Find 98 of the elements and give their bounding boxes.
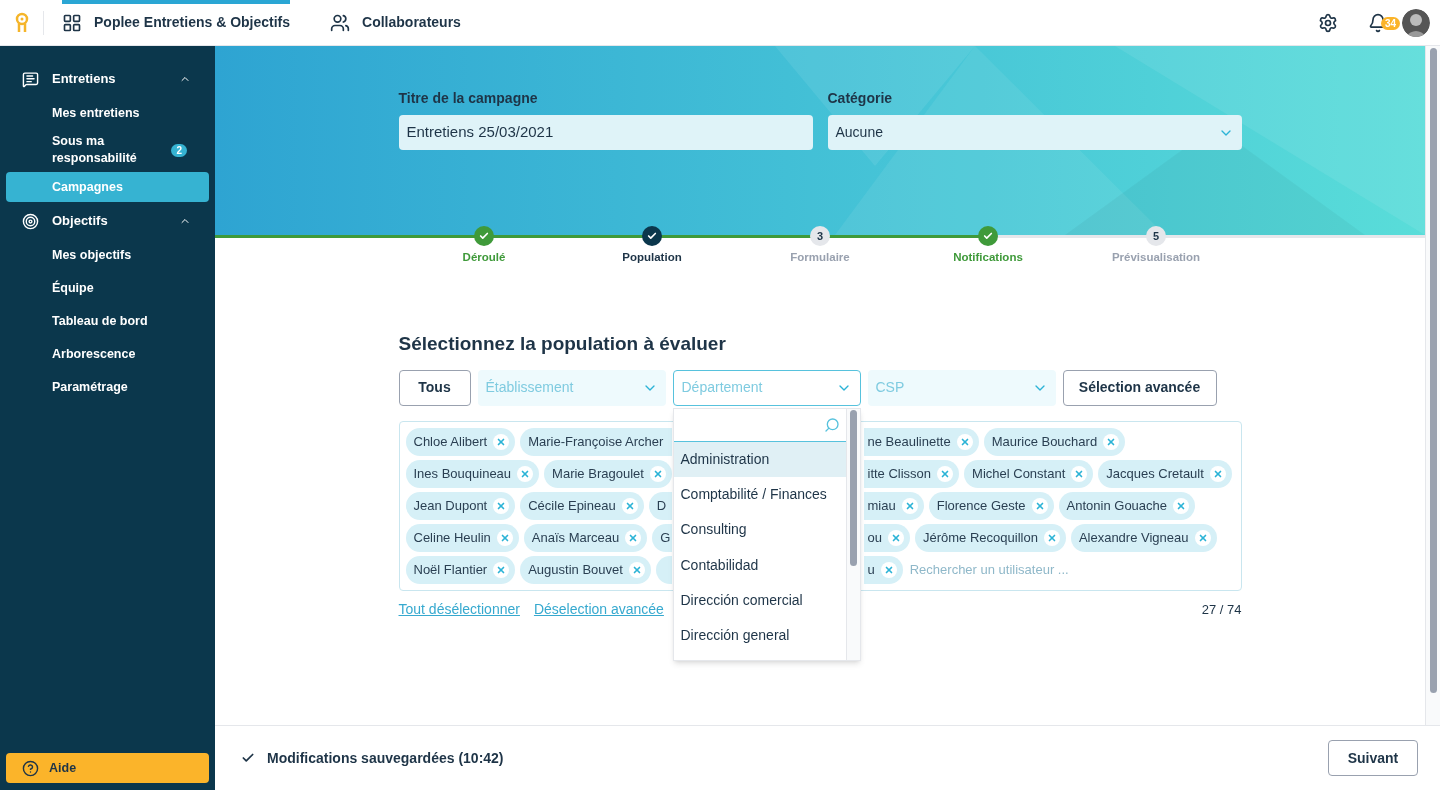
remove-icon[interactable] [937,465,954,482]
sidebar-section[interactable]: Entretiens [6,64,209,94]
grid-icon [62,12,82,33]
tags-field[interactable] [398,420,1242,591]
remove-icon[interactable] [1209,465,1226,482]
help-button[interactable]: Aide [6,753,209,783]
user-tag: Augustin Bouvet [520,555,651,584]
sidebar-section[interactable]: Objectifs [6,206,209,236]
user-tag: miau [863,491,924,520]
remove-icon[interactable] [625,529,642,546]
notification-badge: 34 [1380,16,1400,30]
remove-icon[interactable] [1071,465,1088,482]
remove-icon[interactable] [493,433,510,450]
user-tag: G [652,523,672,552]
remove-icon[interactable] [1031,497,1048,514]
title-input[interactable]: Entretiens 25/03/2021 [398,115,813,150]
filter-button[interactable]: Tous [398,369,471,406]
user-tag: u [863,555,903,584]
sidebar-item[interactable]: Sous ma responsabilité 2 [6,131,209,169]
users-icon [330,12,351,33]
remove-icon[interactable] [1043,529,1060,546]
user-tag: Antonin Gouache [1058,491,1196,520]
user-tag: Ines Bouquineau [405,459,540,488]
user-tag: ne Beaulinette [863,427,979,456]
remove-icon[interactable] [493,497,510,514]
remove-icon[interactable] [649,465,666,482]
field-label: Catégorie [827,89,894,108]
sidebar-item[interactable]: Mes objectifs [6,240,209,270]
dropdown-option[interactable]: Dirección comercial [673,582,846,619]
chat-icon [22,70,39,88]
dropdown-option[interactable]: Dirección general [673,618,846,654]
user-tag [655,555,672,584]
check-icon [241,751,255,765]
field-label: Titre de la campagne [398,89,539,108]
user-tag: Chloe Alibert [405,427,516,456]
check-icon [647,231,657,241]
save-status: Modifications sauvegardées (10:42) [267,748,504,768]
user-tag: Marie Bragoulet [544,459,672,488]
count-badge: 2 [171,143,187,157]
sidebar-item[interactable]: Mes entretiens [6,98,209,128]
step-label[interactable]: Population [622,249,682,267]
user-tag: D [648,491,672,520]
sidebar-item[interactable]: Arborescence [6,339,209,369]
remove-icon[interactable] [1194,529,1211,546]
check-icon [479,231,489,241]
user-tag: Maurice Bouchard [983,427,1126,456]
search-icon [823,416,840,433]
target-icon [22,212,39,230]
section-heading: Sélectionnez la population à évaluer [398,332,727,357]
remove-icon[interactable] [880,561,897,578]
user-tag: Jacques Cretault [1098,459,1232,488]
logo-icon[interactable] [15,11,29,34]
remove-icon[interactable] [956,433,973,450]
settings-icon[interactable] [1318,12,1338,33]
remove-icon[interactable] [901,497,918,514]
step-label[interactable]: Notifications [953,249,1023,267]
sidebar-item[interactable]: Tableau de bord [6,306,209,336]
user-tag: Jérôme Recoquillon [914,523,1066,552]
filter-button[interactable]: Sélection avancée [1062,369,1217,406]
section-title: Objectifs [52,212,108,231]
section-title: Entretiens [52,70,116,89]
help-icon [22,759,39,777]
user-tag: Florence Geste [928,491,1054,520]
remove-icon[interactable] [1103,433,1120,450]
step-marker: 3 [810,226,830,246]
nav-tab[interactable]: Collaborateurs [330,0,461,46]
category-select[interactable]: Aucune [827,115,1242,150]
dropdown-option[interactable]: Administration [673,441,846,478]
user-tag: Noël Flantier [405,555,516,584]
user-tag: ou [863,523,910,552]
remove-icon[interactable] [621,497,638,514]
user-tag: Marie-Françoise Archer [520,427,672,456]
user-tag: Celine Heulin [405,523,519,552]
remove-icon[interactable] [493,561,510,578]
user-tag: Anaïs Marceau [523,523,648,552]
user-tag: itte Clisson [863,459,960,488]
remove-icon[interactable] [887,529,904,546]
remove-icon[interactable] [517,465,534,482]
sidebar-item[interactable]: Équipe [6,273,209,303]
remove-icon[interactable] [628,561,645,578]
step-marker: 5 [1146,226,1166,246]
next-button[interactable]: Suivant [1328,740,1418,776]
sidebar-item[interactable]: Paramétrage [6,372,209,402]
dropdown-option[interactable]: Comptabilité / Finances [673,477,846,513]
dropdown-option[interactable]: Contabilidad [673,547,846,583]
check-icon [983,231,993,241]
selection-count: 27 / 74 [1201,600,1242,619]
dropdown-option[interactable]: Consulting [673,512,846,548]
remove-icon[interactable] [1173,497,1190,514]
user-tag: Jean Dupont [405,491,516,520]
avatar[interactable] [1402,8,1430,37]
user-tag: Michel Constant [964,459,1094,488]
scrollbar-thumb[interactable] [849,409,857,566]
step-label[interactable]: Déroulé [462,249,506,267]
user-tag: Cécile Epineau [520,491,644,520]
remove-icon[interactable] [496,529,513,546]
scrollbar[interactable] [1425,46,1440,725]
user-tag: Alexandre Vigneau [1070,523,1217,552]
